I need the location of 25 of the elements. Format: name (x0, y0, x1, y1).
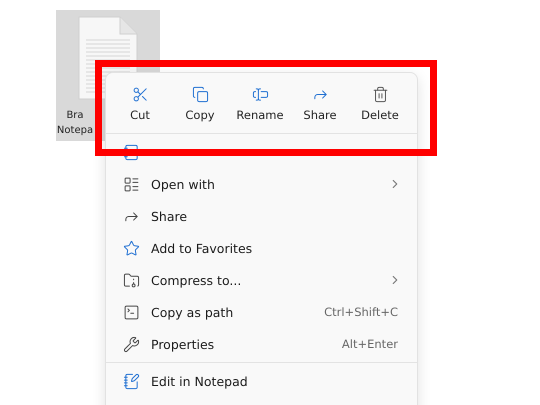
delete-icon (372, 86, 388, 103)
file-name: Bra (66, 109, 84, 123)
toolbar-button[interactable]: Rename (230, 79, 290, 129)
toolbar-button[interactable]: Delete (350, 79, 410, 129)
menu-item[interactable]: Copy as path Ctrl+Shift+C (111, 296, 412, 328)
cut-icon (132, 86, 148, 103)
toolbar-button[interactable]: Copy (170, 79, 230, 129)
menu-item[interactable]: Add to Favorites (111, 232, 412, 264)
menu-item[interactable]: Share (111, 200, 412, 232)
toolbar-button[interactable]: Share (290, 79, 350, 129)
shortcut-text: Ctrl+Shift+C (324, 305, 398, 319)
menu-item[interactable]: Compress to... (111, 264, 412, 296)
star-icon (123, 240, 140, 256)
toolbar-button[interactable]: Cut (110, 79, 170, 129)
copy-icon (192, 86, 208, 103)
menu-item[interactable]: Edit in Notepad (111, 365, 412, 397)
list-icon (123, 176, 140, 192)
wrench-icon (123, 336, 140, 352)
archive-folder-icon (123, 272, 140, 288)
menu-item[interactable]: Properties Alt+Enter (111, 328, 412, 360)
rename-icon (252, 86, 268, 103)
file-name: Notepa (56, 124, 94, 138)
menu-item[interactable]: Open with (111, 168, 412, 200)
path-icon (123, 304, 140, 320)
shortcut-text: Alt+Enter (342, 337, 398, 351)
